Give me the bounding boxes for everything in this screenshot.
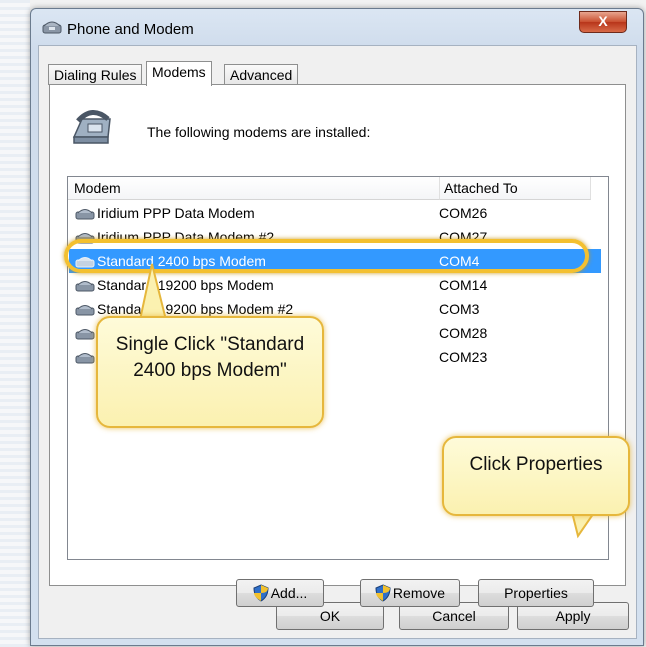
modem-port: COM14 xyxy=(439,277,488,293)
tab-advanced[interactable]: Advanced xyxy=(224,64,299,85)
column-header-attached-to[interactable]: Attached To xyxy=(440,177,591,200)
telephone-icon xyxy=(72,110,111,144)
modem-icon xyxy=(75,305,95,316)
remove-button-label: Remove xyxy=(392,585,446,601)
modem-port: COM23 xyxy=(439,349,488,365)
callout-click-properties: Click Properties xyxy=(442,436,630,516)
callout-properties-text: Click Properties xyxy=(469,454,603,475)
window-title: Phone and Modem xyxy=(67,21,194,38)
modem-icon xyxy=(75,209,95,220)
phone-modem-icon xyxy=(42,21,62,34)
modem-name: Standard 19200 bps Modem xyxy=(97,277,274,293)
title-bar[interactable]: Phone and Modem X xyxy=(31,9,643,45)
column-header-modem[interactable]: Modem xyxy=(68,177,440,200)
modem-icon xyxy=(75,353,95,364)
modem-port: COM26 xyxy=(439,205,488,221)
add-button[interactable]: Add... xyxy=(236,579,324,607)
tab-modems[interactable]: Modems xyxy=(146,61,212,86)
callout-pointer xyxy=(138,263,168,321)
list-item[interactable]: Iridium PPP Data Modem COM26 xyxy=(69,201,590,225)
modem-icon xyxy=(75,281,95,292)
modem-port: COM3 xyxy=(439,301,480,317)
uac-shield-icon xyxy=(253,584,269,602)
modem-icon xyxy=(75,329,95,340)
background-edge xyxy=(0,0,30,647)
modem-port: COM28 xyxy=(439,325,488,341)
callout-select-text: Single Click "Standard 2400 bps Modem" xyxy=(115,334,305,381)
properties-button[interactable]: Properties xyxy=(478,579,594,607)
uac-shield-icon xyxy=(375,584,391,602)
intro-text: The following modems are installed: xyxy=(147,124,371,140)
close-button[interactable]: X xyxy=(579,11,627,33)
callout-select-modem: Single Click "Standard 2400 bps Modem" xyxy=(96,316,324,428)
add-button-label: Add... xyxy=(270,585,308,601)
remove-button[interactable]: Remove xyxy=(360,579,460,607)
modem-name: Iridium PPP Data Modem xyxy=(97,205,255,221)
tab-dialing-rules[interactable]: Dialing Rules xyxy=(48,64,143,85)
